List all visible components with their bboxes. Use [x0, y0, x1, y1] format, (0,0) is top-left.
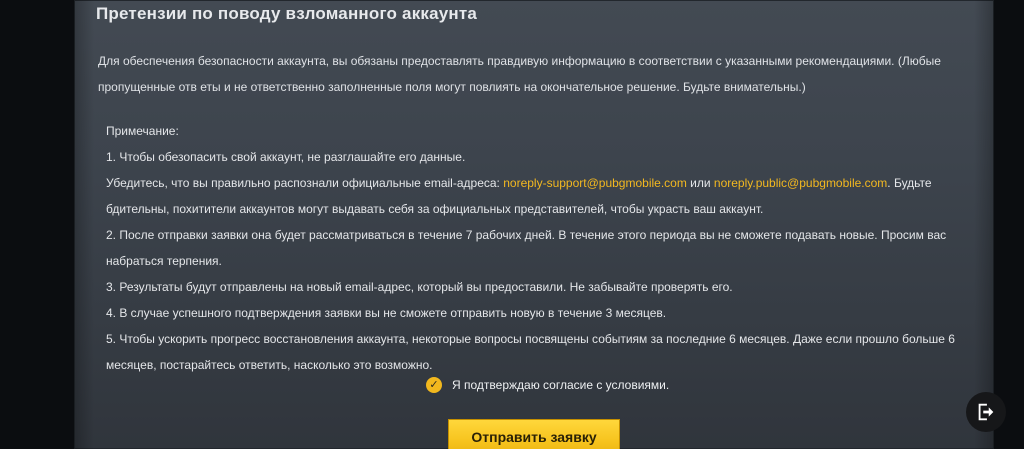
official-email-1: noreply-support@pubgmobile.com [503, 176, 687, 190]
panel-edge-right [974, 0, 994, 449]
note-item-1: 1. Чтобы обезопасить свой аккаунт, не ра… [106, 150, 466, 164]
note-item-1-sub-or: или [686, 176, 714, 190]
note-item-1-sub: Убедитесь, что вы правильно распознали о… [106, 170, 966, 222]
submit-appeal-button[interactable]: Отправить заявку [448, 419, 620, 449]
note-item-3: 3. Результаты будут отправлены на новый … [106, 280, 733, 294]
notes-heading: Примечание: [106, 124, 179, 138]
note-item-2: 2. После отправки заявки она будет рассм… [106, 228, 947, 268]
intro-text: Для обеспечения безопасности аккаунта, в… [98, 54, 941, 94]
note-item-5: 5. Чтобы ускорить прогресс восстановлени… [106, 332, 955, 372]
notes-section: Примечание: 1. Чтобы обезопасить свой ак… [106, 118, 966, 378]
screen: Претензии по поводу взломанного аккаунта… [0, 0, 1024, 449]
agreement-row[interactable]: ✓ Я подтверждаю согласие с условиями. [426, 374, 669, 396]
checkmark-icon[interactable]: ✓ [426, 377, 442, 393]
exit-icon [975, 401, 997, 423]
page-title: Претензии по поводу взломанного аккаунта [96, 4, 478, 23]
note-item-4: 4. В случае успешного подтверждения заяв… [106, 306, 667, 320]
official-email-2: noreply.public@pubgmobile.com [713, 176, 888, 190]
note-item-1-sub-prefix: Убедитесь, что вы правильно распознали о… [106, 176, 504, 190]
panel-edge-left [74, 0, 94, 449]
exit-button[interactable] [966, 392, 1006, 432]
agreement-label: Я подтверждаю согласие с условиями. [452, 378, 670, 392]
appeal-panel: Претензии по поводу взломанного аккаунта… [74, 0, 994, 449]
